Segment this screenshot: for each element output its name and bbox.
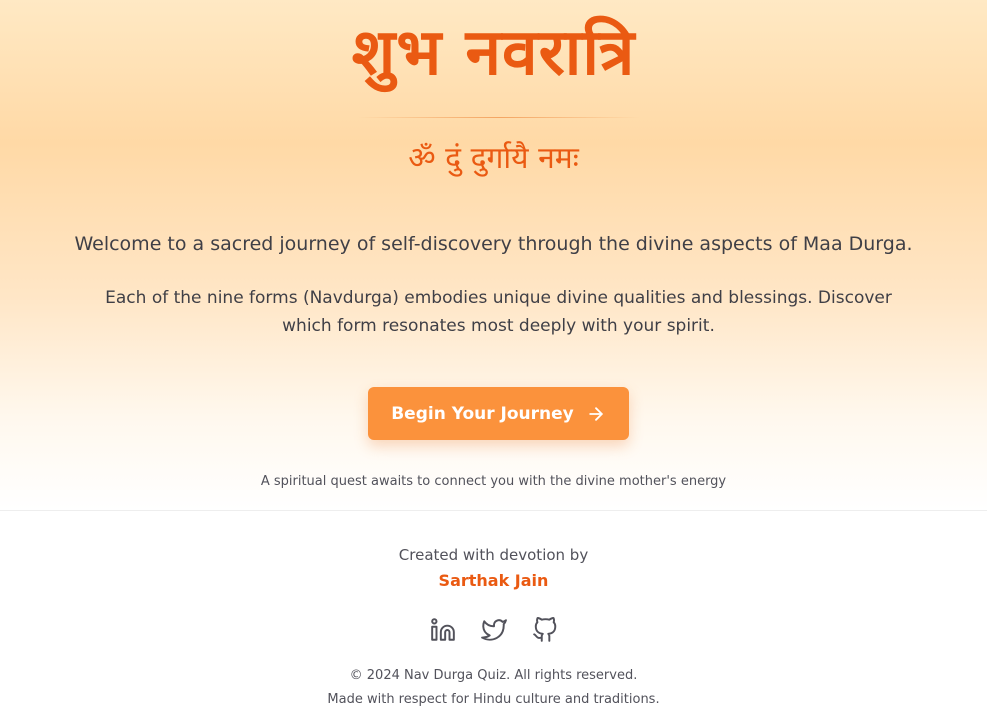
begin-journey-button[interactable]: Begin Your Journey [368,387,629,440]
footer-divider [0,510,987,511]
arrow-right-icon [586,404,606,424]
title-divider [358,117,640,118]
respect-note: Made with respect for Hindu culture and … [327,692,660,707]
begin-journey-label: Begin Your Journey [391,403,574,424]
quest-note: A spiritual quest awaits to connect you … [260,474,727,489]
mantra-text: ॐ दुं दुर्गायै नमः [408,141,579,176]
copyright-text: © 2024 Nav Durga Quiz. All rights reserv… [349,668,638,683]
author-link[interactable]: Sarthak Jain [0,569,987,593]
created-by-label: Created with devotion by [398,546,589,564]
linkedin-icon[interactable] [427,614,459,646]
description-text: Each of the nine forms (Navdurga) embodi… [105,288,892,336]
page-title: शुभ नवरात्रि [351,16,636,90]
twitter-icon[interactable] [478,614,510,646]
hero-section: शुभ नवरात्रि ॐ दुं दुर्गायै नमः Welcome … [0,0,987,510]
welcome-text: Welcome to a sacred journey of self-disc… [74,233,913,255]
social-links [427,614,561,646]
github-icon[interactable] [529,614,561,646]
